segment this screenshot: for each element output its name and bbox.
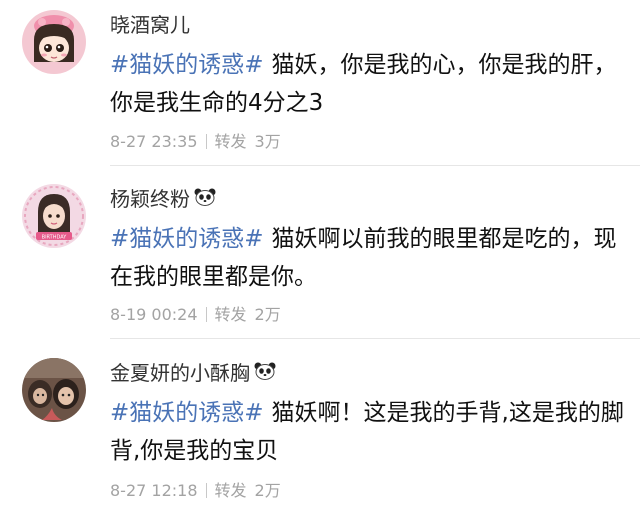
comment-meta: 8-27 23:35 转发 3万 xyxy=(110,131,281,153)
username-text[interactable]: 杨颖终粉 xyxy=(110,187,190,211)
panda-icon xyxy=(194,186,216,212)
username[interactable]: 杨颖终粉 xyxy=(110,186,216,214)
timestamp: 8-27 23:35 xyxy=(110,132,198,151)
repost-count: 2万 xyxy=(254,481,281,500)
meta-separator xyxy=(205,307,207,322)
comment-text: #猫妖的诱惑# 猫妖，你是我的心，你是我的肝，你是我生命的4分之3 xyxy=(110,46,625,122)
repost-label[interactable]: 转发 xyxy=(215,305,247,324)
username-text[interactable]: 晓酒窝儿 xyxy=(110,13,190,37)
username-text[interactable]: 金夏妍的小酥胸 xyxy=(110,361,250,385)
meta-separator xyxy=(205,134,207,149)
meta-separator xyxy=(205,483,207,498)
avatar[interactable]: BIRTHDAY xyxy=(22,184,86,248)
repost-count: 3万 xyxy=(254,132,281,151)
timestamp: 8-27 12:18 xyxy=(110,481,198,500)
timestamp: 8-19 00:24 xyxy=(110,305,198,324)
comment-meta: 8-19 00:24 转发 2万 xyxy=(110,304,281,326)
repost-label[interactable]: 转发 xyxy=(215,481,247,500)
divider xyxy=(110,165,640,166)
svg-text:BIRTHDAY: BIRTHDAY xyxy=(42,235,68,241)
avatar[interactable] xyxy=(22,10,86,74)
comment-text: #猫妖的诱惑# 猫妖啊以前我的眼里都是吃的，现在我的眼里都是你。 xyxy=(110,220,625,296)
username[interactable]: 晓酒窝儿 xyxy=(110,12,190,38)
hashtag-link[interactable]: #猫妖的诱惑# xyxy=(110,226,264,252)
comment-meta: 8-27 12:18 转发 2万 xyxy=(110,480,281,502)
repost-label[interactable]: 转发 xyxy=(215,132,247,151)
comment-text: #猫妖的诱惑# 猫妖啊！这是我的手背,这是我的脚背,你是我的宝贝 xyxy=(110,394,625,470)
divider xyxy=(110,338,640,339)
hashtag-link[interactable]: #猫妖的诱惑# xyxy=(110,400,264,426)
comment-feed: 晓酒窝儿 #猫妖的诱惑# 猫妖，你是我的心，你是我的肝，你是我生命的4分之3 8-… xyxy=(0,0,640,514)
username[interactable]: 金夏妍的小酥胸 xyxy=(110,360,276,388)
panda-icon xyxy=(254,360,276,386)
avatar[interactable] xyxy=(22,358,86,422)
repost-count: 2万 xyxy=(254,305,281,324)
hashtag-link[interactable]: #猫妖的诱惑# xyxy=(110,52,264,78)
